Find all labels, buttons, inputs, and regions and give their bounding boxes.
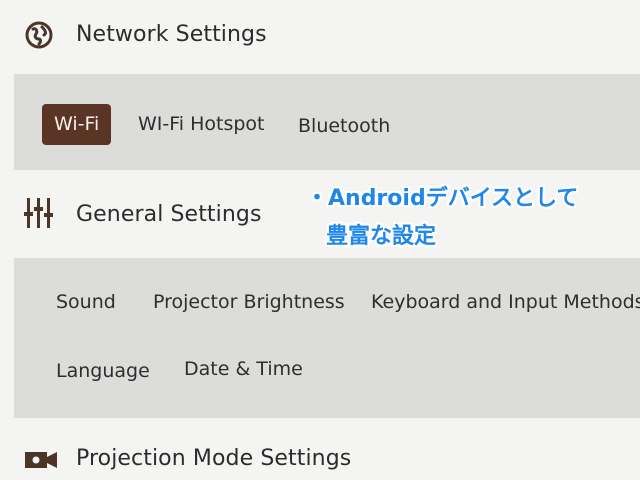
callout-line-2: 豊富な設定 bbox=[326, 224, 437, 249]
sliders-icon bbox=[24, 198, 53, 228]
tab-wifi-hotspot[interactable]: WI-Fi Hotspot bbox=[138, 115, 265, 134]
general-settings-title: General Settings bbox=[76, 202, 262, 227]
projection-mode-settings-header: Projection Mode Settings bbox=[0, 436, 640, 480]
network-tabs-panel: Wi-Fi WI-Fi Hotspot Bluetooth bbox=[14, 74, 640, 170]
tab-bluetooth[interactable]: Bluetooth bbox=[298, 117, 390, 136]
setting-keyboard-input-methods[interactable]: Keyboard and Input Methods bbox=[371, 293, 640, 312]
projection-mode-settings-title: Projection Mode Settings bbox=[76, 446, 352, 471]
network-settings-title: Network Settings bbox=[76, 22, 267, 47]
callout-line-1: ・Androidデバイスとして bbox=[306, 186, 579, 211]
tab-wifi[interactable]: Wi-Fi bbox=[42, 104, 112, 145]
camera-icon bbox=[25, 452, 57, 468]
setting-language[interactable]: Language bbox=[56, 362, 150, 381]
setting-sound[interactable]: Sound bbox=[56, 293, 116, 312]
network-settings-header: Network Settings bbox=[0, 14, 640, 56]
globe-icon bbox=[25, 21, 53, 49]
general-settings-panel: Sound Projector Brightness Keyboard and … bbox=[14, 258, 640, 418]
feature-callout: ・Androidデバイスとして 豊富な設定 bbox=[306, 180, 578, 256]
setting-projector-brightness[interactable]: Projector Brightness bbox=[153, 293, 345, 312]
setting-date-time[interactable]: Date & Time bbox=[184, 360, 303, 379]
